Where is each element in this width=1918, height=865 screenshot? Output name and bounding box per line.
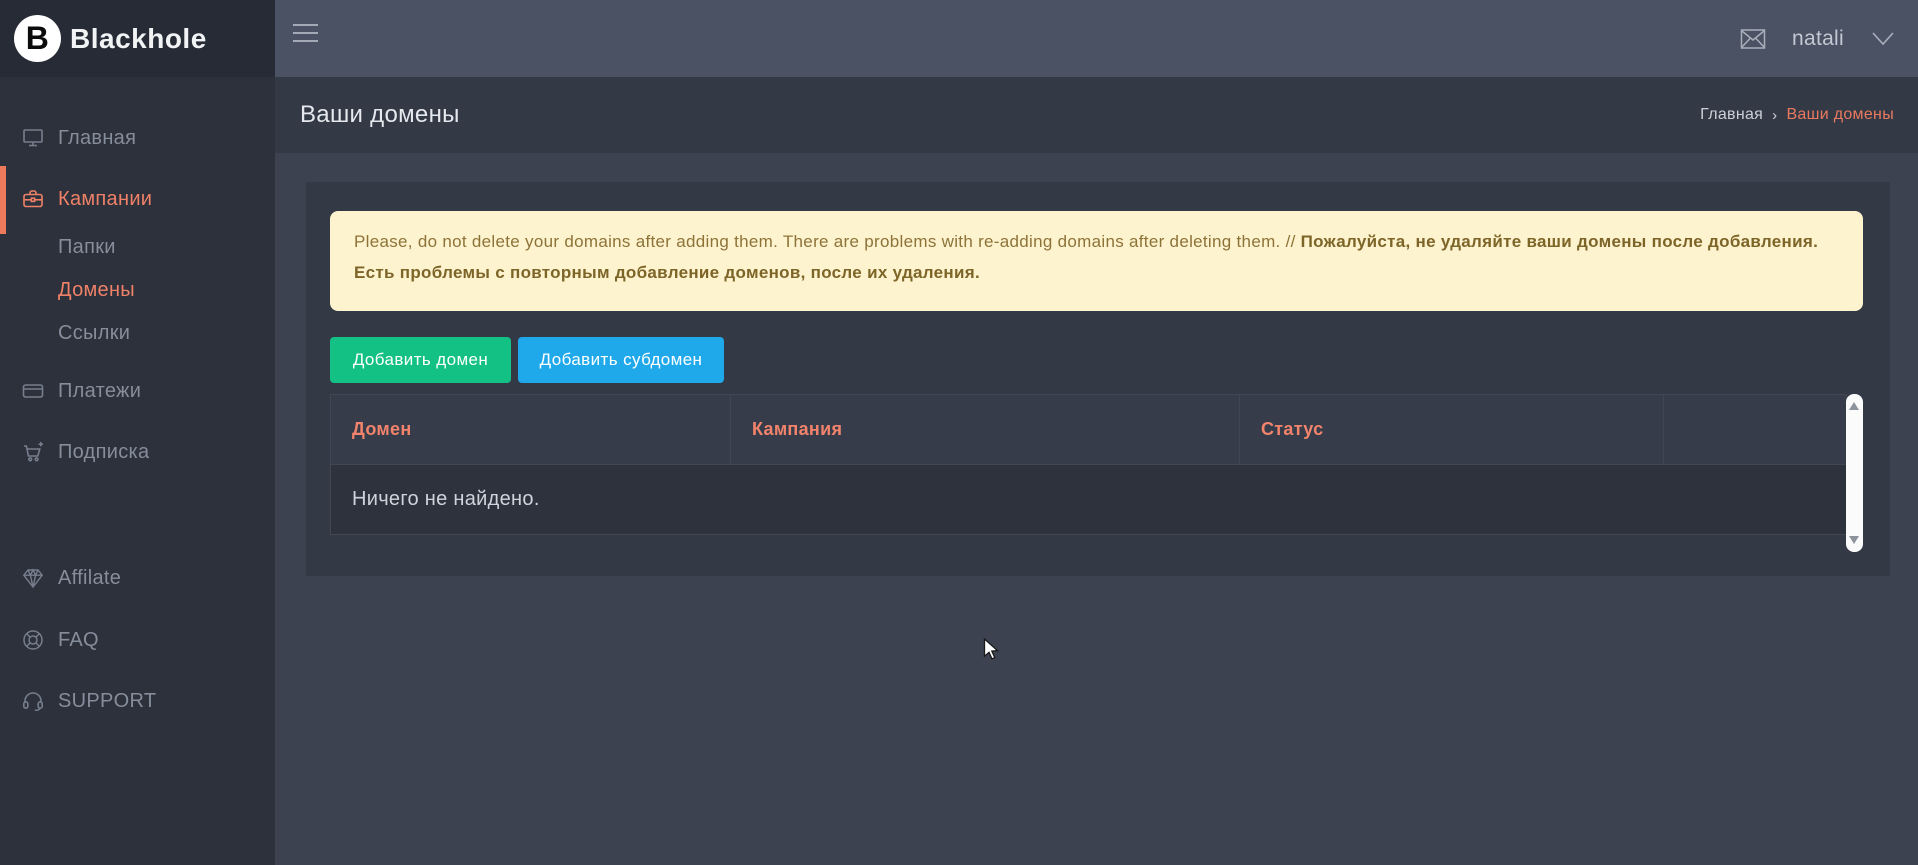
brand-name: Blackhole bbox=[70, 23, 207, 55]
column-header-status[interactable]: Статус bbox=[1240, 395, 1664, 465]
domains-table: Домен Кампания Статус Ничего не найдено. bbox=[330, 394, 1847, 535]
sidebar-item-label: SUPPORT bbox=[58, 690, 156, 713]
domains-panel: Please, do not delete your domains after… bbox=[306, 182, 1890, 576]
column-header-actions bbox=[1664, 395, 1847, 465]
sidebar: B Blackhole Главная Кампании bbox=[0, 0, 275, 865]
sidebar-item-faq[interactable]: FAQ bbox=[0, 625, 275, 655]
sidebar-item-subscription[interactable]: Подписка bbox=[0, 437, 275, 467]
add-domain-button[interactable]: Добавить домен bbox=[330, 337, 511, 383]
sidebar-item-label: Домены bbox=[58, 279, 135, 302]
sidebar-item-domains[interactable]: Домены bbox=[0, 275, 275, 305]
sidebar-item-label: Ссылки bbox=[58, 322, 130, 345]
gem-icon bbox=[21, 566, 45, 590]
headset-icon bbox=[21, 689, 45, 713]
chevron-down-icon[interactable] bbox=[1870, 30, 1896, 48]
breadcrumb-home-link[interactable]: Главная bbox=[1700, 106, 1763, 124]
sidebar-item-folders[interactable]: Папки bbox=[0, 232, 275, 262]
scroll-down-icon[interactable] bbox=[1849, 536, 1859, 544]
sidebar-item-campaigns[interactable]: Кампании bbox=[0, 184, 275, 214]
breadcrumb: Главная › Ваши домены bbox=[1700, 106, 1894, 124]
page-header: Ваши домены Главная › Ваши домены bbox=[275, 77, 1918, 153]
cart-plus-icon bbox=[21, 440, 45, 464]
hamburger-icon[interactable] bbox=[293, 24, 318, 42]
column-header-campaign[interactable]: Кампания bbox=[731, 395, 1240, 465]
brand[interactable]: B Blackhole bbox=[0, 0, 275, 77]
scroll-up-icon[interactable] bbox=[1849, 402, 1859, 410]
briefcase-icon bbox=[21, 187, 45, 211]
sidebar-item-payments[interactable]: Платежи bbox=[0, 376, 275, 406]
monitor-icon bbox=[21, 126, 45, 150]
warning-alert: Please, do not delete your domains after… bbox=[330, 211, 1863, 311]
empty-state-text: Ничего не найдено. bbox=[331, 465, 1847, 535]
topbar-right: natali bbox=[1740, 0, 1896, 77]
topbar: natali bbox=[275, 0, 1918, 77]
credit-card-icon bbox=[21, 379, 45, 403]
column-header-domain[interactable]: Домен bbox=[331, 395, 731, 465]
sidebar-item-label: Подписка bbox=[58, 441, 149, 464]
sidebar-item-label: Affilate bbox=[58, 567, 121, 590]
sidebar-item-label: Главная bbox=[58, 127, 136, 150]
blackhole-logo-icon: B bbox=[14, 15, 61, 62]
sidebar-item-label: Папки bbox=[58, 236, 116, 259]
life-ring-icon bbox=[21, 628, 45, 652]
app-window: B Blackhole Главная Кампании bbox=[0, 0, 1918, 865]
add-subdomain-button[interactable]: Добавить субдомен bbox=[518, 337, 724, 383]
sidebar-item-home[interactable]: Главная bbox=[0, 123, 275, 153]
breadcrumb-separator-icon: › bbox=[1772, 107, 1777, 124]
sidebar-item-links[interactable]: Ссылки bbox=[0, 318, 275, 348]
table-scrollbar[interactable] bbox=[1846, 394, 1863, 552]
logo-letter: B bbox=[26, 22, 49, 54]
table-header-row: Домен Кампания Статус bbox=[331, 395, 1847, 465]
page-title: Ваши домены bbox=[300, 101, 460, 129]
domains-table-container: Домен Кампания Статус Ничего не найдено. bbox=[330, 394, 1863, 552]
breadcrumb-current: Ваши домены bbox=[1786, 106, 1894, 124]
sidebar-item-support[interactable]: SUPPORT bbox=[0, 686, 275, 716]
alert-text-en: Please, do not delete your domains after… bbox=[354, 232, 1296, 251]
content-area: Please, do not delete your domains after… bbox=[275, 153, 1918, 865]
table-row: Ничего не найдено. bbox=[331, 465, 1847, 535]
sidebar-item-label: Платежи bbox=[58, 380, 141, 403]
sidebar-item-label: FAQ bbox=[58, 629, 99, 652]
sidebar-item-affiliate[interactable]: Affilate bbox=[0, 563, 275, 593]
username[interactable]: natali bbox=[1792, 27, 1844, 51]
envelope-icon[interactable] bbox=[1740, 28, 1766, 50]
sidebar-item-label: Кампании bbox=[58, 188, 152, 211]
